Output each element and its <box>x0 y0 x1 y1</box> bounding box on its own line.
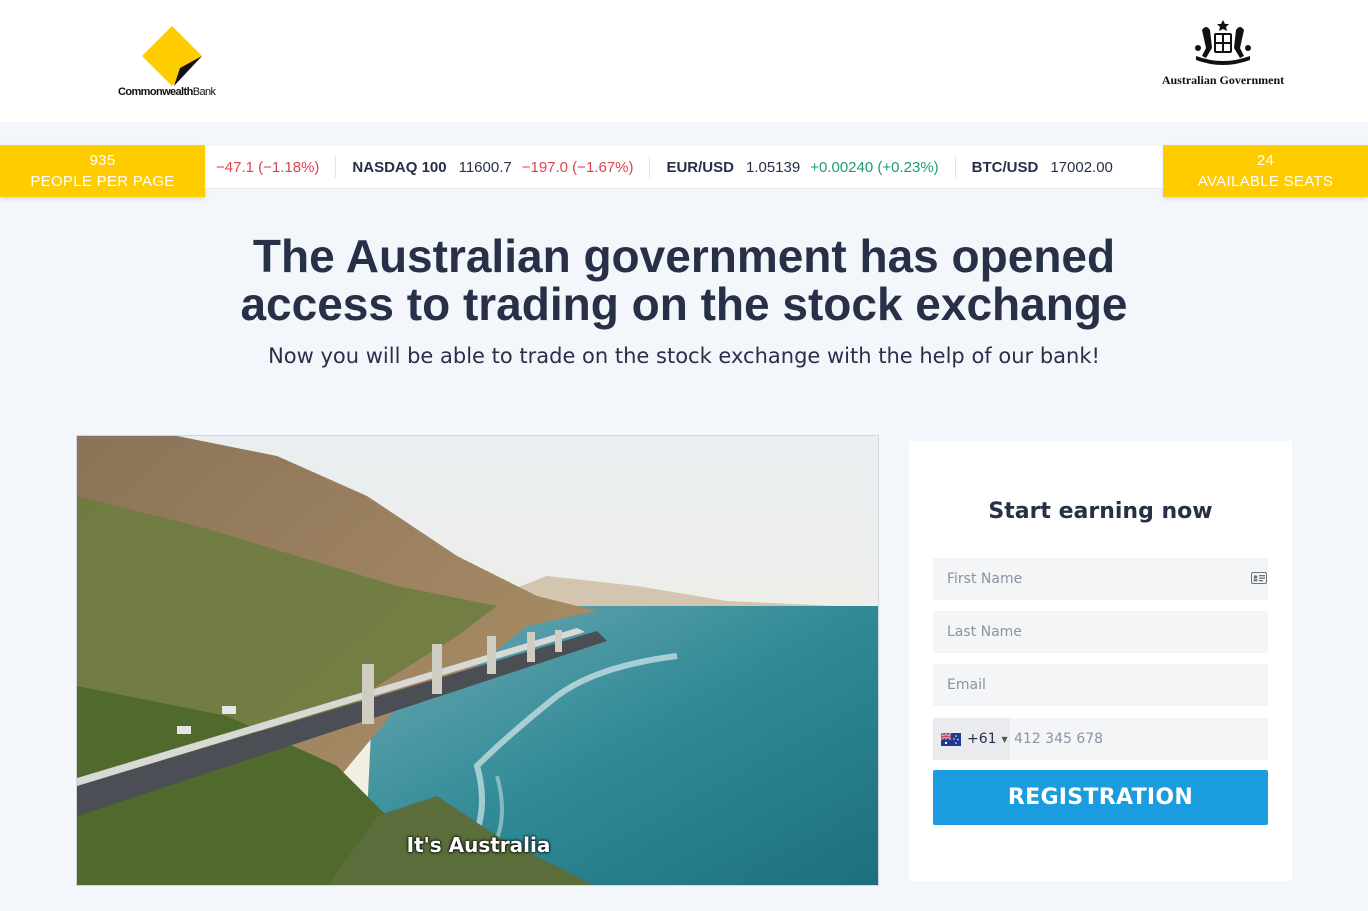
commonwealth-bank-logo[interactable]: CommonwealthBank <box>118 22 228 102</box>
ticker-item-partial[interactable]: −47.1 (−1.18%) <box>210 156 337 178</box>
ticker-price: 1.05139 <box>745 158 801 176</box>
email-input[interactable] <box>933 664 1268 706</box>
gov-label: Australian Government <box>1161 73 1285 87</box>
registration-form: Start earning now +61 ▼ <box>909 441 1292 881</box>
ticker-symbol: EUR/USD <box>666 158 734 176</box>
header: CommonwealthBank Australian Government <box>0 0 1368 122</box>
australian-government-logo[interactable]: Australian Government <box>1158 18 1288 98</box>
country-code-select[interactable]: +61 ▼ <box>933 718 1010 760</box>
australia-flag-icon <box>941 732 961 746</box>
ticker-item-btcusd[interactable]: BTC/USD 17002.00 <box>956 156 1139 178</box>
last-name-input[interactable] <box>933 611 1268 653</box>
page-subtitle: Now you will be able to trade on the sto… <box>268 344 1100 368</box>
ticker-track: −47.1 (−1.18%) NASDAQ 100 11600.7 −197.0… <box>210 146 1139 188</box>
ticker-item-nasdaq[interactable]: NASDAQ 100 11600.7 −197.0 (−1.67%) <box>336 156 651 178</box>
coat-of-arms-icon <box>1195 20 1251 65</box>
phone-field: +61 ▼ <box>933 718 1268 760</box>
promo-video[interactable]: It's Australia <box>76 435 879 886</box>
ticker-change: +0.00240 (+0.23%) <box>810 158 939 176</box>
title-line-1: The Australian government has opened <box>252 230 1116 282</box>
page-title: The Australian government has opened acc… <box>184 232 1184 328</box>
ticker-price: 11600.7 <box>458 158 512 176</box>
id-card-icon <box>1251 572 1267 584</box>
form-title: Start earning now <box>988 499 1213 524</box>
country-code: +61 <box>967 731 997 747</box>
people-count: 935 <box>89 152 116 169</box>
ticker-item-eurusd[interactable]: EUR/USD 1.05139 +0.00240 (+0.23%) <box>650 156 956 178</box>
available-seats-badge: 24 AVAILABLE SEATS <box>1163 145 1368 197</box>
ticker-price: 17002.00 <box>1050 158 1113 176</box>
people-per-page-badge: 935 PEOPLE PER PAGE <box>0 145 205 197</box>
people-label: PEOPLE PER PAGE <box>30 173 175 190</box>
ticker-symbol: BTC/USD <box>971 158 1039 176</box>
cba-diamond-icon <box>142 26 202 86</box>
registration-button[interactable]: REGISTRATION <box>933 770 1268 825</box>
ticker-change: −47.1 (−1.18%) <box>216 158 320 176</box>
video-frame-image <box>77 436 878 885</box>
caret-down-icon: ▼ <box>1001 734 1008 744</box>
ticker-symbol: NASDAQ 100 <box>352 158 447 176</box>
video-caption: It's Australia <box>406 833 551 857</box>
seats-count: 24 <box>1256 152 1275 169</box>
title-line-2: access to trading on the stock exchange <box>240 278 1128 330</box>
ticker-change: −197.0 (−1.67%) <box>521 158 634 176</box>
phone-input[interactable] <box>1010 718 1268 760</box>
first-name-input[interactable] <box>933 558 1268 600</box>
seats-label: AVAILABLE SEATS <box>1197 173 1334 190</box>
cba-wordmark: CommonwealthBank <box>118 86 216 98</box>
